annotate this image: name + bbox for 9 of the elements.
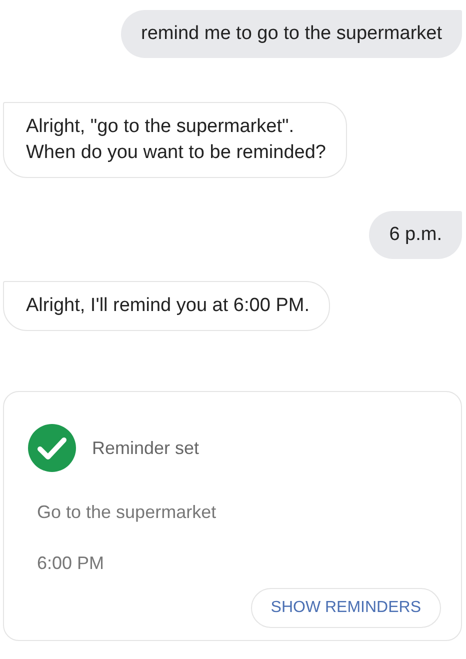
user-message: 6 p.m.	[369, 211, 462, 259]
user-message: remind me to go to the supermarket	[121, 10, 462, 58]
check-icon	[28, 424, 76, 472]
assistant-message: Alright, "go to the supermarket". When do you want to be reminded?	[3, 102, 347, 178]
status-text: Reminder set	[92, 438, 200, 458]
show-reminders-button[interactable]: SHOW REMINDERS	[250, 588, 441, 628]
reminder-time: 6:00 PM	[36, 553, 106, 574]
assistant-message: Alright, I'll remind you at 6:00 PM.	[3, 281, 330, 331]
reminder-title: Go to the supermarket	[36, 502, 218, 523]
